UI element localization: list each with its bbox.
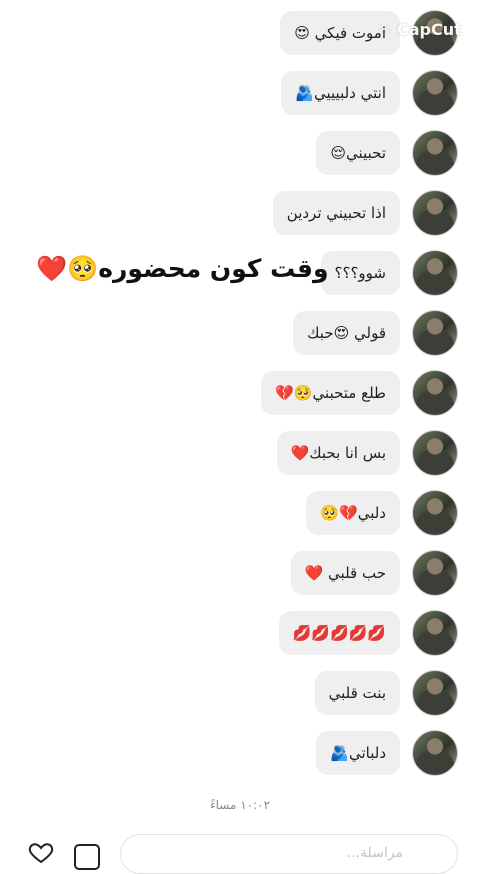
message-bubble[interactable]: بس انا بحبك❤️ — [276, 431, 400, 475]
avatar[interactable] — [412, 550, 458, 596]
message-timestamp: ١٠:٠٢ مساءً — [209, 798, 271, 812]
message-row: انتي دلبيييي🫂 — [18, 70, 458, 118]
capcut-watermark: ✂ CapCut — [378, 20, 462, 39]
avatar[interactable] — [412, 730, 458, 776]
message-bubble[interactable]: اذا تحبيني تردين — [272, 191, 400, 235]
message-bubble[interactable]: شوو؟؟؟ — [320, 251, 400, 295]
message-bubble[interactable]: قولي 😍حبك — [293, 311, 400, 355]
avatar[interactable] — [412, 430, 458, 476]
video-caption-overlay: وقت كون محضوره🥺❤️ — [36, 254, 329, 283]
avatar[interactable] — [412, 310, 458, 356]
message-bubble[interactable]: بنت قلبي — [314, 671, 400, 715]
message-bubble[interactable]: تحبيني😌 — [316, 131, 400, 175]
message-bubble[interactable]: 💋💋💋💋💋 — [278, 611, 400, 655]
message-bubble[interactable]: دلبي💔🥺 — [306, 491, 400, 535]
message-row: 💋💋💋💋💋 — [18, 610, 458, 658]
avatar[interactable] — [412, 370, 458, 416]
message-input[interactable]: مراسلة... — [120, 834, 458, 874]
avatar[interactable] — [412, 490, 458, 536]
message-row: بس انا بحبك❤️ — [18, 430, 458, 478]
image-icon[interactable] — [74, 844, 100, 870]
avatar[interactable] — [412, 70, 458, 116]
message-row: تحبيني😌 — [18, 130, 458, 178]
message-row: دلباتي🫂 — [18, 730, 458, 778]
message-bubble[interactable]: طلع متحبني🥺💔 — [261, 371, 400, 415]
message-row: قولي 😍حبك — [18, 310, 458, 358]
message-bubble[interactable]: حب قلبي ❤️ — [290, 551, 400, 595]
capcut-logo-icon: ✂ — [378, 20, 397, 39]
avatar[interactable] — [412, 610, 458, 656]
message-bubble[interactable]: انتي دلبيييي🫂 — [281, 71, 400, 115]
message-row: بنت قلبي — [18, 670, 458, 718]
message-row: طلع متحبني🥺💔 — [18, 370, 458, 418]
message-bubble[interactable]: دلباتي🫂 — [316, 731, 400, 775]
heart-outline-icon[interactable] — [26, 842, 56, 864]
avatar[interactable] — [412, 190, 458, 236]
watermark-text: CapCut — [396, 20, 462, 39]
avatar[interactable] — [412, 130, 458, 176]
message-row: حب قلبي ❤️ — [18, 550, 458, 598]
avatar[interactable] — [412, 670, 458, 716]
message-input-placeholder: مراسلة... — [346, 845, 403, 861]
avatar[interactable] — [412, 250, 458, 296]
message-row: دلبي💔🥺 — [18, 490, 458, 538]
message-row: اذا تحبيني تردين — [18, 190, 458, 238]
